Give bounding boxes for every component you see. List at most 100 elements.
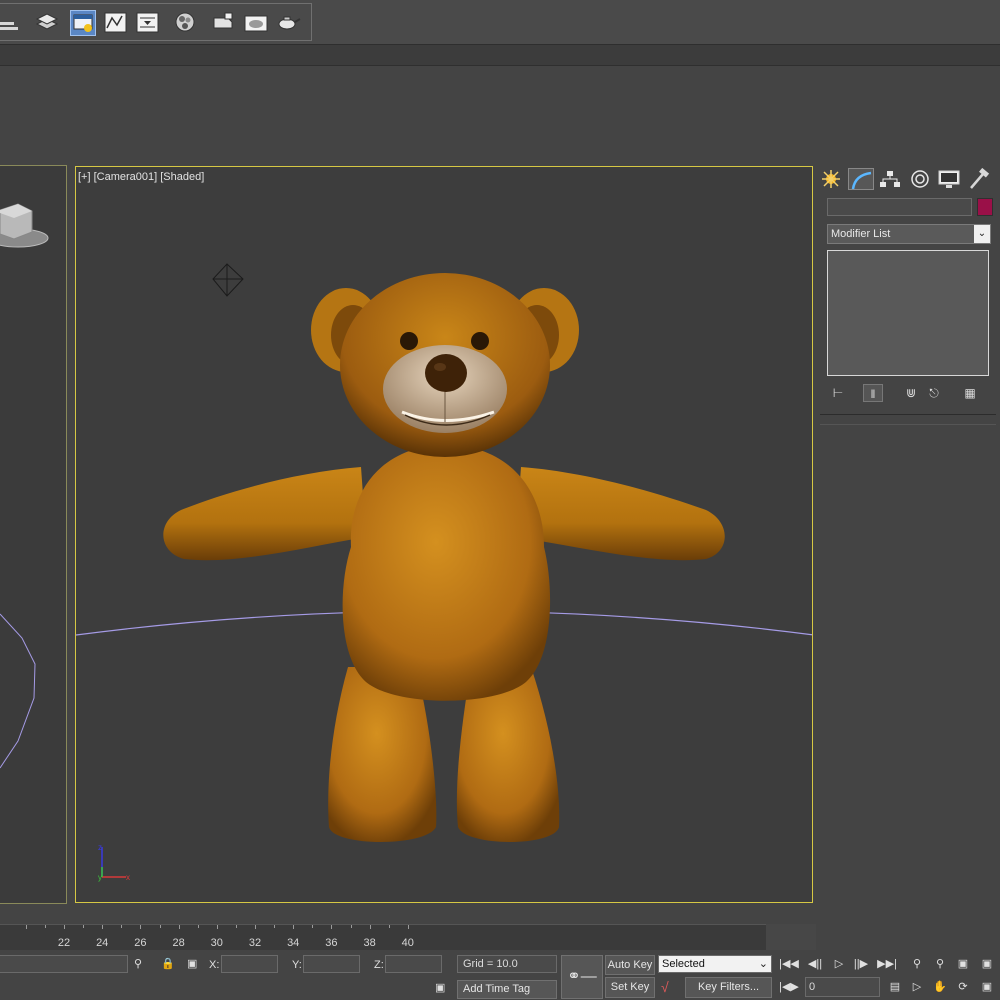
motion-tab-icon[interactable] [907, 168, 933, 190]
modifier-list-dropdown[interactable]: Modifier List ⌄ [827, 224, 991, 244]
timeline-frame-label: 24 [96, 937, 109, 949]
timeline-frame-label: 38 [363, 937, 376, 949]
current-frame-field[interactable]: 0 [805, 977, 880, 997]
pan-view-icon[interactable]: ✋ [929, 977, 951, 997]
set-keys-key-icon[interactable]: ⚭— [561, 955, 603, 999]
timeline-tick [255, 925, 256, 929]
timeline-end-area [766, 924, 816, 950]
zoom-extents-icon[interactable]: ▣ [952, 954, 974, 974]
timeline-tick [216, 925, 218, 929]
maxscript-listener-field[interactable] [0, 955, 128, 973]
render-setup-icon[interactable] [211, 10, 237, 36]
timeline-tick [102, 925, 104, 929]
remove-modifier-icon[interactable]: ⎋ [924, 384, 944, 402]
show-end-result-icon[interactable]: ‖ [863, 384, 883, 402]
x-coord-field[interactable] [221, 955, 278, 973]
timeline-frame-label: 40 [401, 937, 414, 949]
timeline-frame-label: 32 [248, 937, 262, 949]
set-key-button[interactable]: Set Key [605, 977, 655, 998]
svg-text:x: x [126, 873, 130, 882]
absolute-mode-icon[interactable]: ▣ [187, 957, 197, 971]
y-coord-field[interactable] [303, 955, 360, 973]
create-tab-icon[interactable] [818, 168, 844, 190]
rendered-frame-window-icon[interactable] [243, 10, 269, 36]
schematic-view-icon[interactable] [135, 10, 161, 36]
key-mode-value: Selected [662, 958, 705, 970]
timeline-tick [64, 925, 65, 929]
modify-tab-icon[interactable] [848, 168, 874, 190]
zoom-icon[interactable]: ⚲ [906, 954, 928, 974]
timeline-tick [235, 925, 237, 928]
pin-stack-icon[interactable]: ⊢ [828, 384, 848, 402]
zoom-all-icon[interactable]: ⚲ [929, 954, 951, 974]
timeline-frame-label: 28 [172, 937, 185, 949]
rollout-divider [820, 414, 996, 415]
timeline-tick [178, 925, 180, 929]
timeline-tick [83, 925, 85, 928]
zoom-extents-all-icon[interactable]: ▣ [976, 954, 998, 974]
time-tag-icon[interactable]: ▣ [435, 981, 445, 995]
teddy-bear-model[interactable] [163, 273, 725, 842]
go-to-end-icon[interactable]: ▶▶| [876, 954, 898, 974]
status-bar: ⚲ 🔒 ▣ X: Y: Z: Grid = 10.0 ▣ Add Time Ta… [0, 950, 1000, 1000]
y-coord-label: Y: [292, 959, 302, 971]
time-slider-track[interactable]: 22 24 26 28 30 32 34 36 38 40 [0, 924, 766, 951]
time-configuration-icon[interactable]: ▤ [884, 977, 906, 997]
modifier-stack-list[interactable] [827, 250, 989, 376]
timeline-tick [407, 925, 409, 929]
add-time-tag-button[interactable]: Add Time Tag [457, 980, 557, 999]
ribbon-panel [0, 66, 1000, 162]
material-editor-icon[interactable] [173, 10, 199, 36]
curve-editor-icon[interactable] [103, 10, 129, 36]
main-toolbar [0, 0, 1000, 45]
timeline-tick [293, 925, 295, 929]
align-icon[interactable] [0, 10, 26, 36]
make-unique-icon[interactable]: ⋓ [901, 384, 921, 402]
chevron-down-icon[interactable]: ⌄ [759, 956, 768, 972]
auto-key-button[interactable]: Auto Key [605, 955, 655, 975]
chevron-down-icon[interactable]: ⌄ [974, 225, 990, 243]
display-tab-icon[interactable] [936, 168, 962, 190]
timeline-tick [25, 925, 27, 929]
left-viewport[interactable] [0, 165, 67, 904]
timeline-tick [312, 925, 314, 928]
play-icon[interactable]: ▷ [828, 954, 850, 974]
hierarchy-tab-icon[interactable] [877, 168, 903, 190]
timeline-tick [274, 925, 276, 928]
timeline-frame-label: 26 [134, 937, 147, 949]
maximize-viewport-icon[interactable]: ▣ [976, 977, 998, 997]
key-mode-selection-dropdown[interactable]: Selected ⌄ [658, 955, 772, 973]
key-filters-button[interactable]: Key Filters... [685, 977, 772, 998]
svg-text:y: y [98, 873, 102, 882]
grid-size-readout: Grid = 10.0 [457, 955, 557, 973]
object-name-field[interactable] [827, 198, 972, 216]
field-of-view-icon[interactable]: ▷ [906, 977, 928, 997]
timeline-tick [350, 925, 352, 928]
next-frame-icon[interactable]: ||▶ [850, 954, 872, 974]
orbit-icon[interactable]: ⟳ [952, 977, 974, 997]
timeline-tick [121, 925, 123, 928]
camera-viewport[interactable]: [+] [Camera001] [Shaded] z x y [75, 166, 813, 903]
go-to-start-icon[interactable]: |◀◀ [778, 954, 800, 974]
timeline-frame-label: 22 [57, 937, 71, 949]
configure-modifier-sets-icon[interactable]: ▦ [960, 384, 980, 402]
key-tangents-icon[interactable]: √ [661, 980, 669, 994]
z-coord-field[interactable] [385, 955, 442, 973]
render-production-icon[interactable] [276, 10, 302, 36]
scene-explorer-icon[interactable] [70, 10, 96, 36]
timeline-frame-label: 36 [325, 937, 338, 949]
object-color-swatch[interactable] [977, 198, 993, 216]
timeline-tick [331, 925, 333, 929]
layer-manager-icon[interactable] [34, 10, 60, 36]
timeline-tick [159, 925, 161, 928]
selection-lock-icon[interactable]: 🔒 [161, 957, 175, 971]
key-mode-toggle-icon[interactable]: |◀▶ [778, 977, 800, 997]
camera-object-icon[interactable] [212, 263, 244, 297]
isolate-selection-icon[interactable]: ⚲ [134, 957, 142, 971]
svg-text:z: z [98, 843, 102, 852]
timeline-tick [197, 925, 199, 928]
previous-frame-icon[interactable]: ◀|| [804, 954, 826, 974]
command-panel: Modifier List ⌄ ⊢ ‖ ⋓ ⎋ ▦ [816, 162, 1000, 942]
utilities-tab-icon[interactable] [966, 167, 992, 190]
timeline-frame-label: 34 [287, 937, 300, 949]
